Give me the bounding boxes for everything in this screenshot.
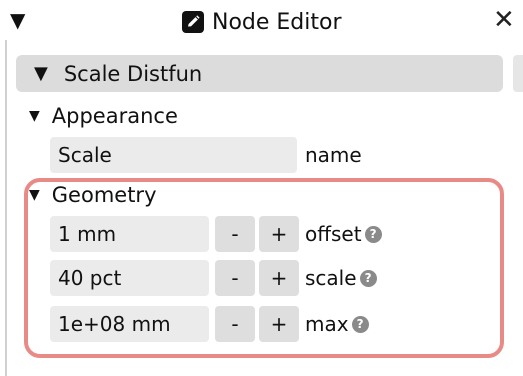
node-header-scale-distfun[interactable]: ▼ Scale Distfun [16, 55, 503, 92]
close-icon[interactable]: ✕ [493, 6, 519, 34]
section-appearance-header[interactable]: ▼ Appearance [29, 101, 178, 131]
node-expand-icon[interactable]: ▼ [34, 63, 48, 84]
appearance-title: Appearance [51, 104, 178, 128]
window-left-border [5, 40, 7, 376]
collapse-window-icon[interactable]: ▼ [10, 8, 25, 32]
window-title-group: Node Editor [182, 8, 342, 36]
node-editor-window: ▼ Node Editor ✕ ▼ Scale Distfun ▼ Appear… [0, 0, 523, 376]
node-title: Scale Distfun [63, 61, 203, 86]
pencil-edit-icon [182, 11, 204, 33]
geometry-highlight-outline [24, 178, 504, 358]
name-label: name [305, 143, 362, 167]
name-value: Scale [58, 143, 112, 167]
title-bar: ▼ Node Editor ✕ [0, 0, 523, 44]
appearance-expand-icon[interactable]: ▼ [29, 106, 40, 126]
name-input[interactable]: Scale [50, 137, 297, 173]
window-title: Node Editor [212, 9, 342, 35]
scrollbar-stub[interactable] [513, 55, 523, 92]
